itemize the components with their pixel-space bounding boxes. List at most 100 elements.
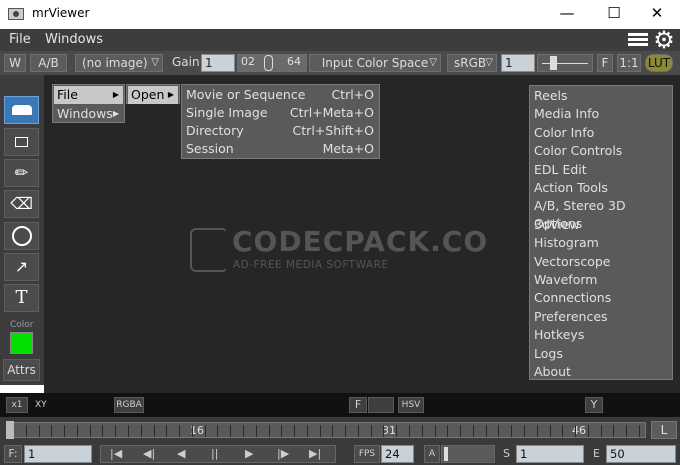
gamma-slider-handle[interactable] xyxy=(264,55,273,71)
pencil-icon: ✏ xyxy=(14,163,29,182)
hamburger-menu-icon[interactable] xyxy=(628,31,648,48)
windows-menu-item-color-info[interactable]: Color Info xyxy=(531,124,671,142)
select-tool-button[interactable] xyxy=(4,128,39,156)
windows-menu-item-reels[interactable]: Reels xyxy=(531,87,671,105)
timeline-playhead[interactable] xyxy=(6,421,14,439)
pixel-info-bar: x1 XY RGBA F HSV Y xyxy=(0,393,680,417)
timeline-tick xyxy=(307,425,308,437)
timeline-tick xyxy=(115,425,116,437)
volume-slider-handle[interactable] xyxy=(444,447,448,461)
arrow-tool-button[interactable]: ↗ xyxy=(4,253,39,281)
image-select-value: (no image) xyxy=(82,56,148,70)
gear-icon[interactable]: ⚙ xyxy=(652,28,676,52)
windows-menu-item-stereo-options[interactable]: A/B, Stereo 3D Options xyxy=(531,197,671,231)
timeline-tick xyxy=(243,425,244,437)
eraser-icon: ⌫ xyxy=(10,194,33,213)
timeline-tick xyxy=(613,425,614,437)
open-directory[interactable]: Directory Ctrl+Shift+O xyxy=(183,122,378,140)
submenu-arrow-icon: ▶ xyxy=(112,90,119,99)
windows-menu-item-histogram[interactable]: Histogram xyxy=(531,234,671,252)
play-backward-icon[interactable]: ◀ xyxy=(177,446,185,462)
submenu-item-open[interactable]: Open ▶ xyxy=(128,86,178,104)
frame-input[interactable]: 1 xyxy=(24,445,92,463)
lut-button[interactable]: LUT xyxy=(645,54,673,72)
windows-menu-item-3dview[interactable]: 3dView xyxy=(531,216,671,234)
dropdown-arrow-icon: ▽ xyxy=(151,57,159,68)
timeline-tick xyxy=(460,425,461,437)
windows-menu-item-logs[interactable]: Logs xyxy=(531,345,671,363)
scrub-tool-button[interactable] xyxy=(4,96,39,124)
zoom-button[interactable]: x1 xyxy=(6,397,28,413)
menu-item-shortcut: Ctrl+Shift+O xyxy=(292,123,374,138)
timeline-tick xyxy=(281,425,282,437)
gain-label: Gain xyxy=(172,55,200,69)
attrs-button[interactable]: Attrs xyxy=(3,359,40,381)
draw-tool-button[interactable]: ✏ xyxy=(4,159,39,187)
windows-menu-item-hotkeys[interactable]: Hotkeys xyxy=(531,326,671,344)
windows-menu-item-waveform[interactable]: Waveform xyxy=(531,271,671,289)
hsv-button[interactable]: HSV xyxy=(398,397,424,413)
close-button[interactable]: ✕ xyxy=(634,0,680,29)
text-tool-button[interactable]: T xyxy=(4,284,39,312)
exposure-input[interactable]: 1 xyxy=(501,54,535,72)
ab-button[interactable]: A/B xyxy=(30,54,67,72)
timeline-tick xyxy=(562,425,563,437)
color-label: Color xyxy=(10,320,34,330)
f-button[interactable]: F xyxy=(597,54,613,72)
image-select[interactable]: (no image) ▽ xyxy=(75,54,163,72)
ratio-button[interactable]: 1:1 xyxy=(617,54,641,72)
timeline-tick xyxy=(179,425,180,437)
pixel-f-button[interactable]: F xyxy=(349,397,367,413)
windows-menu-item-edl-edit[interactable]: EDL Edit xyxy=(531,161,671,179)
timeline-tick xyxy=(473,425,474,437)
timeline-tick xyxy=(550,425,551,437)
go-start-icon[interactable]: |◀ xyxy=(110,446,122,462)
open-session[interactable]: Session Meta+O xyxy=(183,140,378,158)
minimize-button[interactable]: — xyxy=(544,0,590,29)
open-movie-or-sequence[interactable]: Movie or Sequence Ctrl+O xyxy=(183,86,378,104)
go-end-icon[interactable]: ▶| xyxy=(309,446,321,462)
display-space-select[interactable]: sRGB ▽ xyxy=(447,54,497,72)
step-back-icon[interactable]: ◀| xyxy=(143,446,155,462)
windows-menu-item-about[interactable]: About xyxy=(531,363,671,381)
step-forward-icon[interactable]: |▶ xyxy=(277,446,289,462)
volume-slider[interactable] xyxy=(441,445,495,463)
y-button[interactable]: Y xyxy=(585,397,603,413)
xy-label: XY xyxy=(35,400,47,410)
play-forward-icon[interactable]: ▶ xyxy=(245,446,253,462)
erase-tool-button[interactable]: ⌫ xyxy=(4,190,39,218)
windows-menu-item-vectorscope[interactable]: Vectorscope xyxy=(531,253,671,271)
windows-menu-item-media-info[interactable]: Media Info xyxy=(531,105,671,123)
timeline-tick xyxy=(217,425,218,437)
pause-icon[interactable]: || xyxy=(211,446,218,462)
windows-menu-item-connections[interactable]: Connections xyxy=(531,289,671,307)
timeline-tick xyxy=(154,425,155,437)
context-menu-item-file[interactable]: File ▶ xyxy=(54,86,123,104)
timeline-tick xyxy=(524,425,525,437)
timeline-track[interactable]: 16 31 46 xyxy=(8,422,646,438)
timeline-tick xyxy=(447,425,448,437)
context-menu-item-windows[interactable]: Windows ▶ xyxy=(54,105,123,123)
windows-menu-item-preferences[interactable]: Preferences xyxy=(531,308,671,326)
timeline[interactable]: 16 31 46 L xyxy=(0,417,680,443)
fps-input[interactable]: 24 xyxy=(381,445,414,463)
rgba-button[interactable]: RGBA xyxy=(114,397,144,413)
windows-menu-item-action-tools[interactable]: Action Tools xyxy=(531,179,671,197)
menu-windows[interactable]: Windows xyxy=(45,32,103,47)
loop-button[interactable]: L xyxy=(651,421,677,439)
maximize-button[interactable]: ☐ xyxy=(591,0,637,29)
gain-input[interactable]: 1 xyxy=(201,54,235,72)
menu-file[interactable]: File xyxy=(9,32,31,47)
gamma-slider[interactable]: 02 64 xyxy=(237,54,307,72)
end-input[interactable]: 50 xyxy=(606,445,676,463)
wipe-button[interactable]: W xyxy=(4,54,26,72)
frame-label: F: xyxy=(4,445,22,463)
open-single-image[interactable]: Single Image Ctrl+Meta+O xyxy=(183,104,378,122)
slider-handle[interactable] xyxy=(550,56,557,70)
windows-menu-item-color-controls[interactable]: Color Controls xyxy=(531,142,671,160)
input-color-space-select[interactable]: Input Color Space ▽ xyxy=(309,54,441,72)
circle-tool-button[interactable] xyxy=(4,222,39,250)
exposure-slider[interactable] xyxy=(537,54,593,72)
start-input[interactable]: 1 xyxy=(516,445,584,463)
color-swatch[interactable] xyxy=(10,332,33,354)
